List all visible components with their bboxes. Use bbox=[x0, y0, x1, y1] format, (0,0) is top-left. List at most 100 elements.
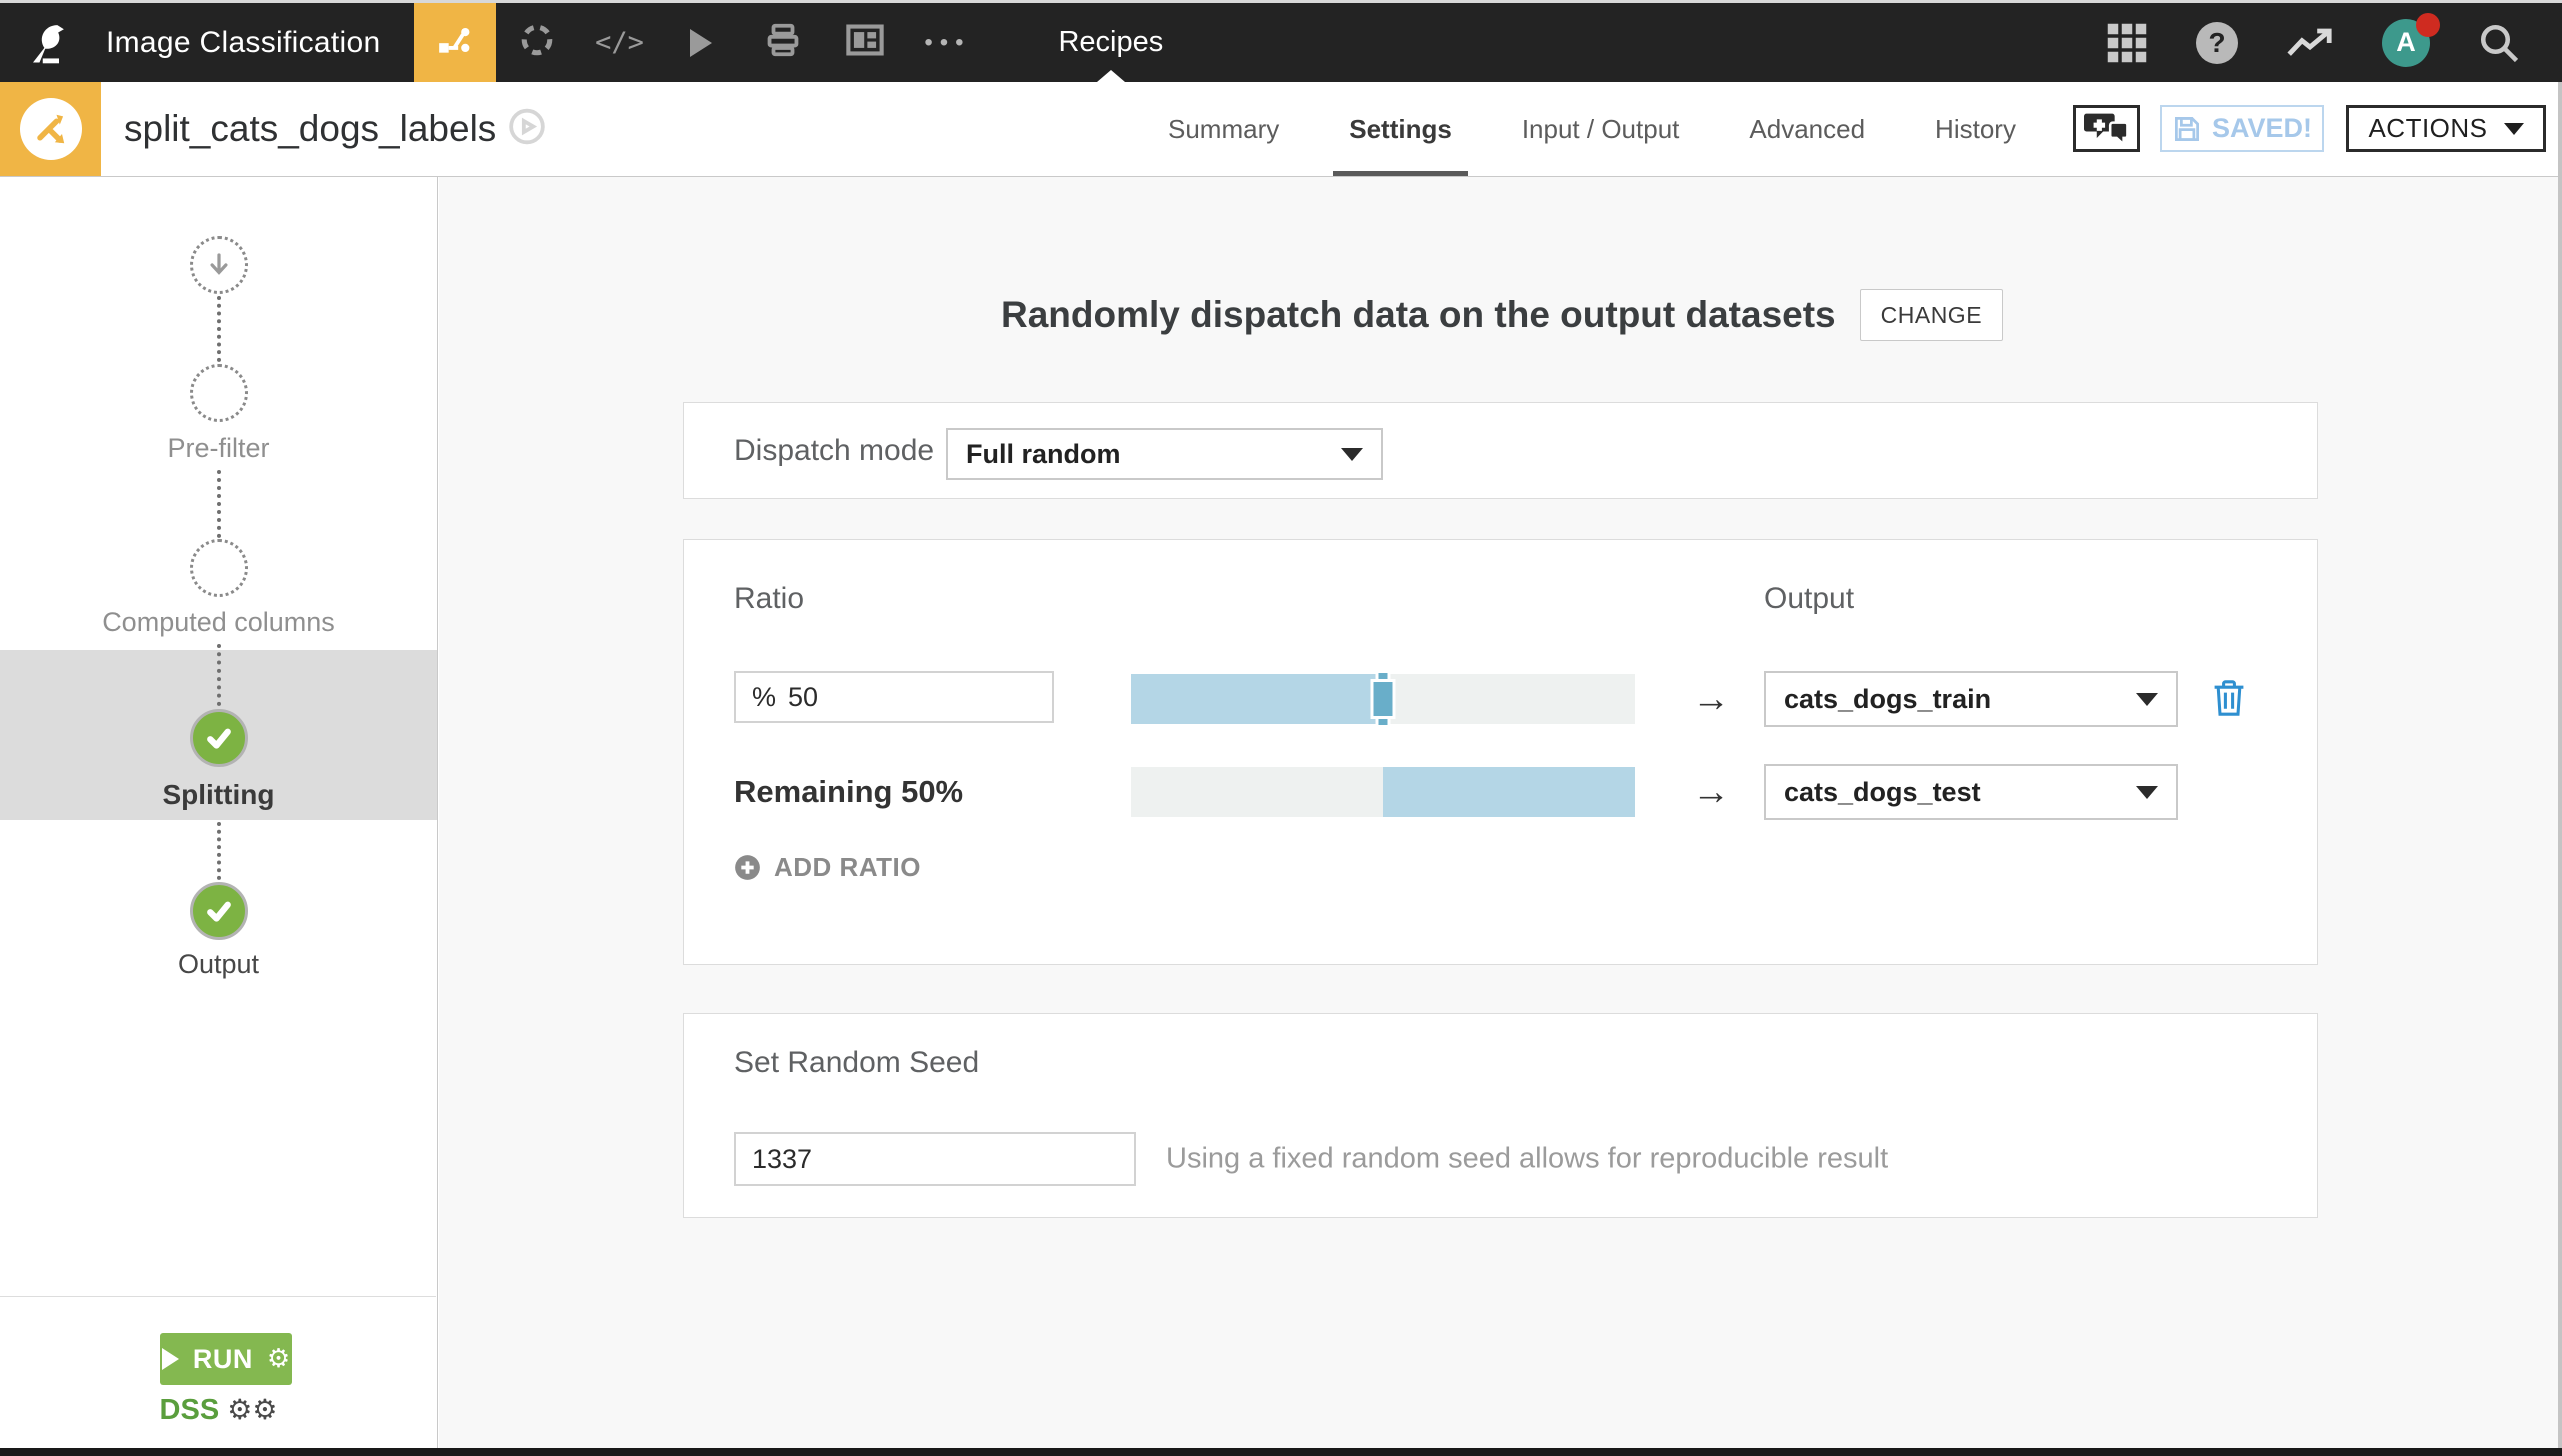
run-section: RUN ⚙ DSS ⚙⚙ bbox=[0, 1296, 436, 1448]
seed-header: Set Random Seed bbox=[734, 1046, 980, 1079]
chevron-down-icon bbox=[1341, 447, 1363, 461]
step-output-label[interactable]: Output bbox=[0, 949, 437, 980]
dispatch-mode-card: Dispatch mode Full random bbox=[683, 402, 2318, 499]
engine-gears-icon: ⚙⚙ bbox=[227, 1393, 278, 1426]
title-row: Randomly dispatch data on the output dat… bbox=[1001, 287, 2004, 343]
delete-ratio-button[interactable] bbox=[2211, 678, 2247, 723]
chevron-down-icon bbox=[2136, 785, 2158, 799]
nav-run-button[interactable] bbox=[660, 3, 742, 82]
change-button[interactable]: CHANGE bbox=[1859, 289, 2004, 341]
engine-label: DSS bbox=[159, 1394, 220, 1426]
settings-pane: Randomly dispatch data on the output dat… bbox=[439, 177, 2562, 1448]
play-icon bbox=[161, 1348, 179, 1370]
seed-input[interactable] bbox=[734, 1132, 1136, 1186]
apps-grid-button[interactable] bbox=[2106, 22, 2148, 64]
ratio-header: Ratio bbox=[734, 582, 805, 615]
user-avatar[interactable]: A bbox=[2382, 12, 2440, 67]
split-recipe-icon-tile[interactable] bbox=[0, 82, 101, 176]
apps-grid-icon bbox=[2107, 23, 2147, 62]
step-connector bbox=[217, 822, 221, 880]
dashboard-icon bbox=[846, 24, 885, 61]
percent-value: 50 bbox=[788, 681, 819, 712]
project-title[interactable]: Image Classification bbox=[106, 26, 380, 60]
navbar-right: ? A bbox=[2106, 12, 2520, 67]
help-icon: ? bbox=[2196, 21, 2238, 64]
dispatch-mode-value: Full random bbox=[966, 438, 1121, 469]
split-recipe-icon bbox=[19, 98, 82, 160]
step-pre-filter-circle[interactable] bbox=[190, 364, 248, 422]
metrics-trend-button[interactable] bbox=[2286, 26, 2334, 60]
slider-fill bbox=[1131, 674, 1383, 724]
add-ratio-button[interactable]: ADD RATIO bbox=[734, 852, 921, 883]
discussions-button[interactable] bbox=[2073, 105, 2140, 152]
output-dataset-value-2: cats_dogs_test bbox=[1784, 776, 1981, 807]
recipe-header: split_cats_dogs_labels Summary Settings … bbox=[0, 82, 2562, 177]
saved-button: SAVED! bbox=[2160, 105, 2324, 152]
ratio-percent-input[interactable]: % 50 bbox=[734, 671, 1054, 723]
notification-dot bbox=[2416, 12, 2440, 37]
step-input-circle[interactable] bbox=[190, 236, 248, 294]
dispatch-mode-label: Dispatch mode bbox=[734, 433, 935, 467]
nav-more-button[interactable]: ••• bbox=[906, 3, 988, 82]
engine-indicator[interactable]: DSS ⚙⚙ bbox=[0, 1393, 437, 1427]
ratio-slider-2[interactable] bbox=[1131, 767, 1635, 817]
slider-handle-grip[interactable] bbox=[1370, 679, 1396, 719]
jobs-stack-icon bbox=[764, 21, 802, 64]
output-dataset-select-1[interactable]: cats_dogs_train bbox=[1764, 671, 2178, 727]
tab-settings[interactable]: Settings bbox=[1333, 82, 1468, 176]
nav-jobs-button[interactable] bbox=[742, 3, 824, 82]
maps-to-arrow: → bbox=[1692, 678, 1730, 720]
top-navbar: Image Classification </> ••• Recipes ? A bbox=[0, 0, 2562, 82]
actions-label: ACTIONS bbox=[2368, 113, 2488, 143]
check-icon bbox=[207, 901, 231, 922]
scrollbar[interactable] bbox=[2558, 82, 2562, 1448]
step-computed-columns-circle[interactable] bbox=[190, 539, 248, 597]
chat-bubbles-icon bbox=[2083, 113, 2129, 147]
breadcrumb-recipes[interactable]: Recipes bbox=[1040, 3, 1181, 82]
step-computed-columns-label[interactable]: Computed columns bbox=[0, 607, 437, 638]
step-splitting-label[interactable]: Splitting bbox=[0, 779, 437, 811]
nav-code-button[interactable]: </> bbox=[578, 3, 660, 82]
percent-prefix: % bbox=[752, 681, 777, 712]
search-icon bbox=[2480, 24, 2519, 62]
dispatch-mode-select[interactable]: Full random bbox=[946, 428, 1383, 480]
run-settings-gear-icon[interactable]: ⚙ bbox=[267, 1344, 290, 1374]
steps-sidebar: Pre-filter Computed columns Splitting Ou… bbox=[0, 177, 438, 1448]
arrow-down-icon bbox=[210, 253, 228, 275]
step-connector bbox=[217, 296, 221, 362]
navigate-compass-icon[interactable] bbox=[508, 108, 546, 151]
nav-dashboard-button[interactable] bbox=[824, 3, 906, 82]
ratio-card: Ratio Output % 50 → cats_dogs_train Rema… bbox=[683, 539, 2318, 965]
trending-up-icon bbox=[2287, 28, 2332, 56]
ratio-slider-1[interactable] bbox=[1131, 670, 1635, 728]
trash-icon bbox=[2214, 680, 2244, 716]
remaining-ratio-label: Remaining 50% bbox=[734, 774, 964, 809]
actions-button[interactable]: ACTIONS bbox=[2346, 105, 2546, 152]
app-window: Image Classification </> ••• Recipes ? A… bbox=[0, 0, 2562, 1456]
flow-icon bbox=[436, 21, 474, 64]
avatar-initial: A bbox=[2396, 27, 2416, 57]
plus-circle-icon bbox=[735, 855, 760, 880]
breadcrumb-label: Recipes bbox=[1058, 26, 1164, 58]
nav-flow-button[interactable] bbox=[414, 3, 497, 82]
tab-input-output[interactable]: Input / Output bbox=[1522, 82, 1680, 176]
lab-spinner-icon bbox=[519, 22, 555, 63]
output-dataset-select-2[interactable]: cats_dogs_test bbox=[1764, 764, 2178, 820]
breadcrumb-pointer bbox=[1096, 70, 1125, 82]
save-floppy-icon bbox=[2174, 116, 2199, 141]
nav-lab-button[interactable] bbox=[496, 3, 578, 82]
run-button[interactable]: RUN ⚙ bbox=[160, 1333, 292, 1385]
step-splitting-circle[interactable] bbox=[190, 709, 248, 767]
tab-summary[interactable]: Summary bbox=[1168, 82, 1279, 176]
chevron-down-icon bbox=[2503, 122, 2524, 135]
code-icon: </> bbox=[595, 27, 644, 58]
help-button[interactable]: ? bbox=[2196, 21, 2238, 64]
search-button[interactable] bbox=[2478, 22, 2520, 64]
dataiku-logo-icon[interactable] bbox=[20, 17, 72, 69]
slider-fill bbox=[1383, 767, 1635, 817]
step-pre-filter-label[interactable]: Pre-filter bbox=[0, 433, 437, 464]
step-output-circle[interactable] bbox=[190, 882, 248, 940]
output-header: Output bbox=[1764, 582, 1855, 615]
tab-advanced[interactable]: Advanced bbox=[1749, 82, 1865, 176]
tab-history[interactable]: History bbox=[1935, 82, 2016, 176]
